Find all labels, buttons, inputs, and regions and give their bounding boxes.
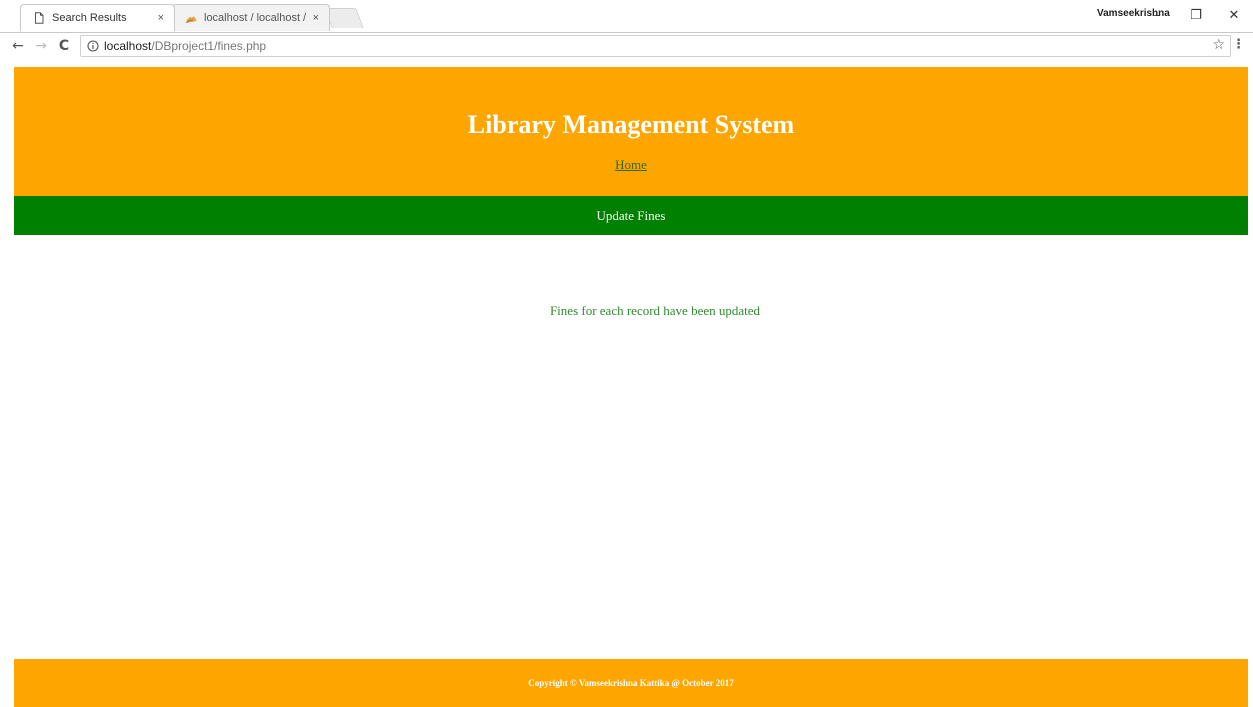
browser-toolbar: ← → C localhost/DBproject1/fines.php ☆ ⋮ — [0, 32, 1253, 60]
url-host: localhost — [104, 39, 152, 53]
site-footer: Copyright © Vamseekrishna Kattika @ Octo… — [14, 659, 1248, 707]
minimize-icon[interactable]: – — [1142, 4, 1172, 26]
browser-tab-strip: Search Results × localhost / localhost /… — [0, 0, 1253, 34]
new-tab-button[interactable] — [324, 8, 364, 28]
url-path: /DBproject1/fines.php — [151, 39, 267, 53]
close-window-icon[interactable]: ✕ — [1219, 4, 1249, 26]
site-header: Library Management System Home — [14, 67, 1248, 196]
browser-menu-icon[interactable]: ⋮ — [1232, 37, 1245, 52]
info-icon[interactable] — [87, 40, 99, 52]
section-bar: Update Fines — [14, 196, 1248, 235]
bookmark-star-icon[interactable]: ☆ — [1212, 37, 1225, 53]
status-message: Fines for each record have been updated — [549, 303, 761, 318]
page-icon — [35, 12, 44, 24]
tab-close-icon[interactable]: × — [158, 12, 164, 24]
tab-close-icon[interactable]: × — [313, 12, 319, 24]
tab-search-results[interactable]: Search Results × — [20, 4, 175, 31]
home-link-container: Home — [14, 157, 1248, 173]
reload-icon[interactable]: C — [54, 36, 74, 56]
section-title: Update Fines — [596, 207, 666, 223]
tab-title: localhost / localhost / lib — [204, 12, 307, 24]
home-link[interactable]: Home — [615, 157, 647, 172]
copyright-text: Copyright © Vamseekrishna Kattika @ Octo… — [528, 678, 734, 688]
phpmyadmin-icon — [185, 16, 197, 23]
forward-icon[interactable]: → — [31, 36, 51, 56]
back-icon[interactable]: ← — [8, 36, 28, 56]
tab-title: Search Results — [52, 12, 127, 24]
address-bar[interactable]: localhost/DBproject1/fines.php — [80, 35, 1231, 57]
restore-icon[interactable]: ❐ — [1181, 4, 1211, 26]
tab-phpmyadmin[interactable]: localhost / localhost / lib × — [172, 4, 330, 31]
page-title: Library Management System — [467, 110, 795, 139]
